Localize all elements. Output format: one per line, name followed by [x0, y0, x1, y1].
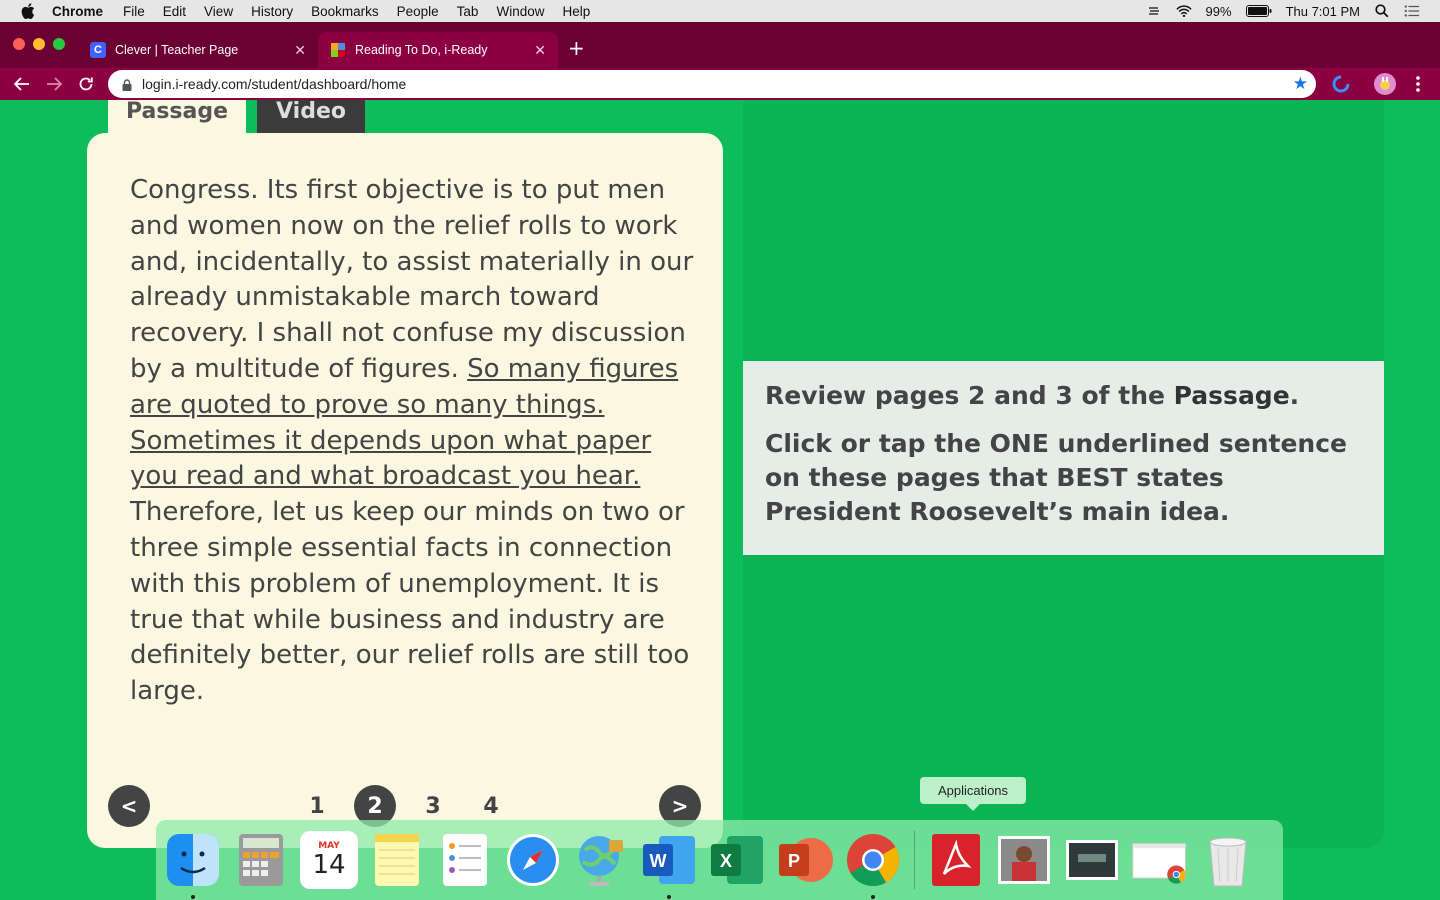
instruction-line-2: Click or tap the ONE underlined sentence…	[765, 429, 1348, 526]
passage-card: Congress. Its first objective is to put …	[87, 133, 723, 848]
passage-text-part: Therefore, let us keep our minds on two …	[130, 497, 690, 707]
bookmark-star-icon[interactable]: ★	[1293, 74, 1308, 94]
underlined-sentence-2[interactable]: Sometimes it depends upon what paper you…	[130, 426, 651, 492]
menu-bar: Chrome File Edit View History Bookmarks …	[0, 0, 1440, 22]
apple-icon[interactable]	[20, 3, 36, 19]
instruction-text: Review pages 2 and 3 of the	[765, 381, 1174, 410]
calendar-icon[interactable]: MAY 14	[300, 831, 358, 889]
chrome-menu-icon[interactable]	[1408, 72, 1428, 96]
menu-view[interactable]: View	[204, 4, 233, 19]
minimize-window-button[interactable]	[33, 38, 45, 50]
sync-status-icon[interactable]	[1146, 4, 1162, 18]
passage-text-part: Congress. Its first objective is to put …	[130, 175, 694, 384]
tab-iready[interactable]: Reading To Do, i-Ready ✕	[318, 32, 558, 68]
menu-edit[interactable]: Edit	[163, 4, 186, 19]
tab-passage[interactable]: Passage	[108, 100, 246, 133]
word-icon[interactable]: W	[640, 831, 698, 899]
excel-icon[interactable]: X	[708, 831, 766, 889]
window-controls	[13, 38, 65, 50]
tab-title: Reading To Do, i-Ready	[355, 43, 488, 57]
menu-people[interactable]: People	[397, 4, 439, 19]
chrome-icon[interactable]	[844, 831, 902, 899]
instruction-box: Review pages 2 and 3 of the Passage. Cli…	[743, 361, 1384, 555]
menu-tab[interactable]: Tab	[457, 4, 479, 19]
running-indicator	[871, 895, 875, 899]
notes-icon[interactable]	[368, 831, 426, 889]
tab-strip: C Clever | Teacher Page ✕ Reading To Do,…	[0, 22, 1440, 68]
safari-icon[interactable]	[504, 831, 562, 889]
battery-icon[interactable]	[1245, 4, 1272, 18]
running-indicator	[667, 895, 671, 899]
running-indicator	[191, 895, 195, 899]
powerpoint-icon[interactable]: P	[776, 831, 834, 889]
reminders-icon[interactable]	[436, 831, 494, 889]
wifi-icon[interactable]	[1175, 4, 1192, 18]
instruction-passage-word: Passage	[1173, 381, 1290, 410]
close-tab-icon[interactable]: ✕	[534, 42, 546, 59]
menu-bookmarks[interactable]: Bookmarks	[311, 4, 379, 19]
calculator-icon[interactable]	[232, 831, 290, 889]
url-text[interactable]: login.i-ready.com/student/dashboard/home	[142, 76, 406, 92]
menu-window[interactable]: Window	[496, 4, 544, 19]
close-window-button[interactable]	[13, 38, 25, 50]
close-tab-icon[interactable]: ✕	[294, 42, 306, 59]
screenshot-icon[interactable]	[1063, 831, 1121, 889]
instruction-text: .	[1289, 381, 1300, 410]
iready-favicon-icon	[330, 42, 346, 58]
forward-arrow-icon[interactable]	[43, 73, 65, 95]
network-icon[interactable]	[572, 831, 630, 889]
finder-icon[interactable]	[164, 831, 222, 899]
spotlight-search-icon[interactable]	[1374, 4, 1390, 18]
lock-icon[interactable]	[122, 78, 132, 91]
address-bar[interactable]: login.i-ready.com/student/dashboard/home…	[108, 70, 1316, 98]
calendar-day: 14	[312, 850, 346, 880]
photo-icon[interactable]	[995, 831, 1053, 889]
battery-percent: 99%	[1205, 3, 1232, 19]
instruction-line-1: Review pages 2 and 3 of the Passage.	[765, 379, 1362, 413]
notification-center-icon[interactable]	[1404, 4, 1420, 18]
back-arrow-icon[interactable]	[11, 73, 33, 95]
menu-file[interactable]: File	[123, 4, 145, 19]
menu-help[interactable]: Help	[562, 4, 590, 19]
menu-history[interactable]: History	[251, 4, 293, 19]
tab-video[interactable]: Video	[257, 100, 365, 133]
svg-text:X: X	[720, 851, 732, 871]
tab-title: Clever | Teacher Page	[115, 43, 239, 57]
page-content: Passage Video Congress. Its first object…	[0, 100, 1440, 900]
dock: MAY 14 W X P	[156, 820, 1283, 900]
previous-page-button[interactable]: <	[108, 785, 150, 827]
clever-favicon-icon: C	[90, 42, 106, 58]
clock[interactable]: Thu 7:01 PM	[1286, 4, 1360, 19]
new-tab-plus-icon[interactable]: +	[568, 36, 585, 60]
profile-avatar[interactable]	[1374, 72, 1396, 96]
passage-text: Congress. Its first objective is to put …	[130, 173, 700, 710]
menu-app-name[interactable]: Chrome	[52, 4, 103, 19]
reload-icon[interactable]	[75, 73, 97, 95]
dock-tooltip: Applications	[920, 777, 1026, 811]
tab-clever[interactable]: C Clever | Teacher Page ✕	[78, 32, 318, 68]
acrobat-icon[interactable]	[927, 831, 985, 889]
trash-icon[interactable]	[1199, 831, 1257, 889]
svg-text:P: P	[788, 851, 800, 871]
dock-separator	[914, 831, 915, 889]
browser-toolbar: login.i-ready.com/student/dashboard/home…	[0, 68, 1440, 100]
zoom-window-button[interactable]	[53, 38, 65, 50]
chrome-window-icon[interactable]	[1131, 831, 1189, 889]
extension-icon[interactable]	[1330, 72, 1352, 96]
svg-text:W: W	[650, 851, 667, 871]
